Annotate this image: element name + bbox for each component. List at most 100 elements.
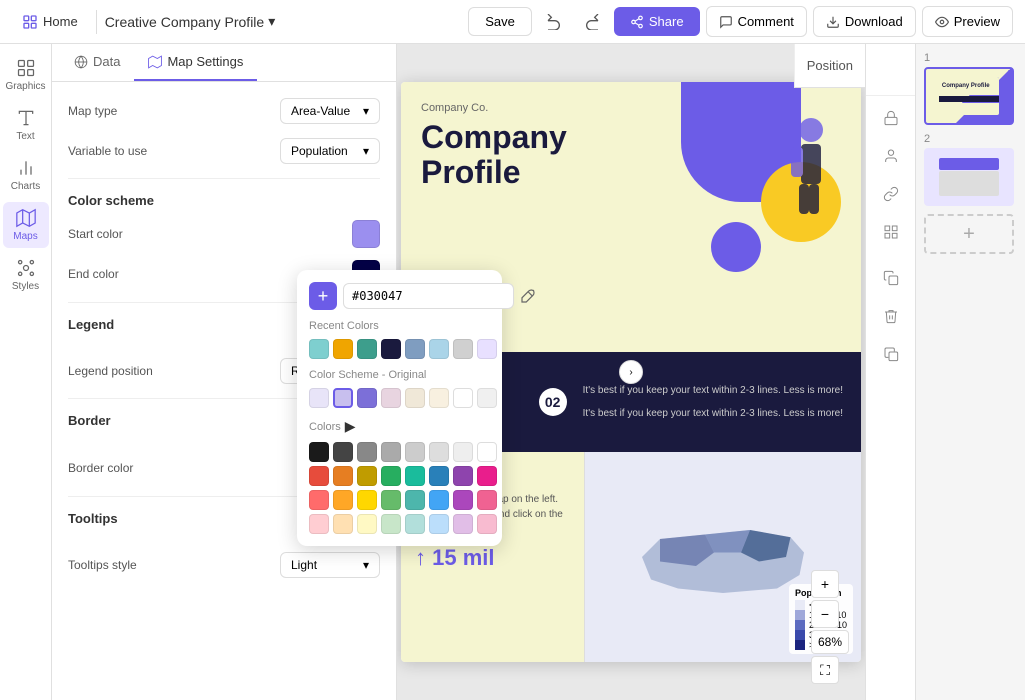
palette-pastel-green[interactable]: [381, 514, 401, 534]
palette-pastel-blue[interactable]: [429, 514, 449, 534]
sidebar-item-maps[interactable]: Maps: [3, 202, 49, 248]
scheme-color-8[interactable]: [477, 388, 497, 408]
variable-select[interactable]: Population ▾: [280, 138, 380, 164]
stat2-value: ↑ 15 mil: [415, 545, 570, 571]
redo-button[interactable]: [576, 6, 608, 38]
comment-button[interactable]: Comment: [706, 6, 807, 37]
palette-pastel-orange[interactable]: [333, 514, 353, 534]
link-icon: [883, 186, 899, 202]
page-duplicate-button[interactable]: [875, 338, 907, 370]
comment-icon: [719, 15, 733, 29]
fullscreen-button[interactable]: ⛶: [811, 656, 839, 684]
scheme-color-3[interactable]: [357, 388, 377, 408]
thumbnail-1[interactable]: 1 Company Profile: [924, 52, 1017, 125]
scheme-color-5[interactable]: [405, 388, 425, 408]
map-type-select[interactable]: Area-Value ▾: [280, 98, 380, 124]
doc-title[interactable]: Creative Company Profile ▾: [105, 13, 276, 30]
topbar-center: Save Share Comment Download Preview: [468, 6, 1013, 38]
person-button[interactable]: [875, 140, 907, 172]
palette-pastel-purple[interactable]: [453, 514, 473, 534]
home-button[interactable]: Home: [12, 8, 88, 36]
link-button[interactable]: [875, 178, 907, 210]
map-type-row: Map type Area-Value ▾: [68, 98, 380, 124]
palette-light-gray[interactable]: [405, 442, 425, 462]
palette-pastel-teal[interactable]: [405, 514, 425, 534]
preview-button[interactable]: Preview: [922, 6, 1013, 37]
zoom-out-button[interactable]: −: [811, 600, 839, 628]
page-trash-button[interactable]: [875, 300, 907, 332]
undo-icon: [546, 14, 562, 30]
grid-button[interactable]: [875, 216, 907, 248]
panel-tabs: Data Map Settings: [52, 44, 396, 82]
palette-near-white[interactable]: [453, 442, 473, 462]
recent-color-4[interactable]: [381, 339, 401, 359]
palette-lt-blue[interactable]: [429, 490, 449, 510]
recent-color-2[interactable]: [333, 339, 353, 359]
zoom-in-button[interactable]: +: [811, 570, 839, 598]
sidebar-item-text[interactable]: Text: [3, 102, 49, 148]
palette-lt-orange[interactable]: [333, 490, 353, 510]
scheme-color-1[interactable]: [309, 388, 329, 408]
add-slide-button[interactable]: +: [924, 214, 1014, 254]
zoom-controls: + − 68% ⛶: [811, 570, 849, 684]
palette-red[interactable]: [309, 466, 329, 486]
palette-teal[interactable]: [405, 466, 425, 486]
tab-data[interactable]: Data: [60, 44, 134, 81]
tab-map-settings[interactable]: Map Settings: [134, 44, 257, 81]
variable-row: Variable to use Population ▾: [68, 138, 380, 164]
download-button[interactable]: Download: [813, 6, 916, 37]
recent-color-5[interactable]: [405, 339, 425, 359]
palette-pastel-yellow[interactable]: [357, 514, 377, 534]
share-button[interactable]: Share: [614, 7, 700, 36]
scheme-color-4[interactable]: [381, 388, 401, 408]
thumbnail-2[interactable]: 2: [924, 133, 1017, 206]
palette-orange[interactable]: [333, 466, 353, 486]
border-label: Border: [68, 413, 111, 428]
palette-pastel-pink[interactable]: [477, 514, 497, 534]
palette-lt-purple[interactable]: [453, 490, 473, 510]
tooltips-style-select[interactable]: Light ▾: [280, 552, 380, 578]
palette-lt-teal[interactable]: [405, 490, 425, 510]
palette-black[interactable]: [309, 442, 329, 462]
palette-lt-red[interactable]: [309, 490, 329, 510]
variable-label: Variable to use: [68, 144, 147, 158]
palette-med-gray[interactable]: [381, 442, 401, 462]
recent-color-6[interactable]: [429, 339, 449, 359]
palette-white[interactable]: [477, 442, 497, 462]
sidebar-item-styles[interactable]: Styles: [3, 252, 49, 298]
palette-yellow[interactable]: [357, 466, 377, 486]
eyedropper-button[interactable]: [520, 282, 536, 310]
recent-color-3[interactable]: [357, 339, 377, 359]
palette-dark-gray[interactable]: [333, 442, 353, 462]
page-copy-button[interactable]: [875, 262, 907, 294]
scheme-color-6[interactable]: [429, 388, 449, 408]
undo-button[interactable]: [538, 6, 570, 38]
sidebar-item-charts[interactable]: Charts: [3, 152, 49, 198]
palette-green[interactable]: [381, 466, 401, 486]
chevron-down-icon: ▾: [268, 13, 275, 30]
palette-gray[interactable]: [357, 442, 377, 462]
scheme-color-2[interactable]: [333, 388, 353, 408]
palette-lighter-gray[interactable]: [429, 442, 449, 462]
recent-color-1[interactable]: [309, 339, 329, 359]
tooltips-style-row: Tooltips style Light ▾: [68, 552, 380, 578]
palette-purple[interactable]: [453, 466, 473, 486]
palette-lt-green[interactable]: [381, 490, 401, 510]
palette-blue[interactable]: [429, 466, 449, 486]
lock-button[interactable]: [875, 102, 907, 134]
scheme-color-7[interactable]: [453, 388, 473, 408]
palette-lt-yellow[interactable]: [357, 490, 377, 510]
recent-color-8[interactable]: [477, 339, 497, 359]
person-figure: [771, 112, 831, 232]
recent-color-7[interactable]: [453, 339, 473, 359]
sidebar-item-graphics[interactable]: Graphics: [3, 52, 49, 98]
hex-input[interactable]: [343, 283, 514, 309]
save-button[interactable]: Save: [468, 7, 532, 36]
collapse-panel-arrow[interactable]: ›: [619, 360, 643, 384]
zoom-percentage[interactable]: 68%: [811, 630, 849, 654]
palette-pink[interactable]: [477, 466, 497, 486]
picker-add-button[interactable]: +: [309, 282, 337, 310]
palette-pastel-red[interactable]: [309, 514, 329, 534]
palette-lt-pink[interactable]: [477, 490, 497, 510]
start-color-swatch[interactable]: [352, 220, 380, 248]
